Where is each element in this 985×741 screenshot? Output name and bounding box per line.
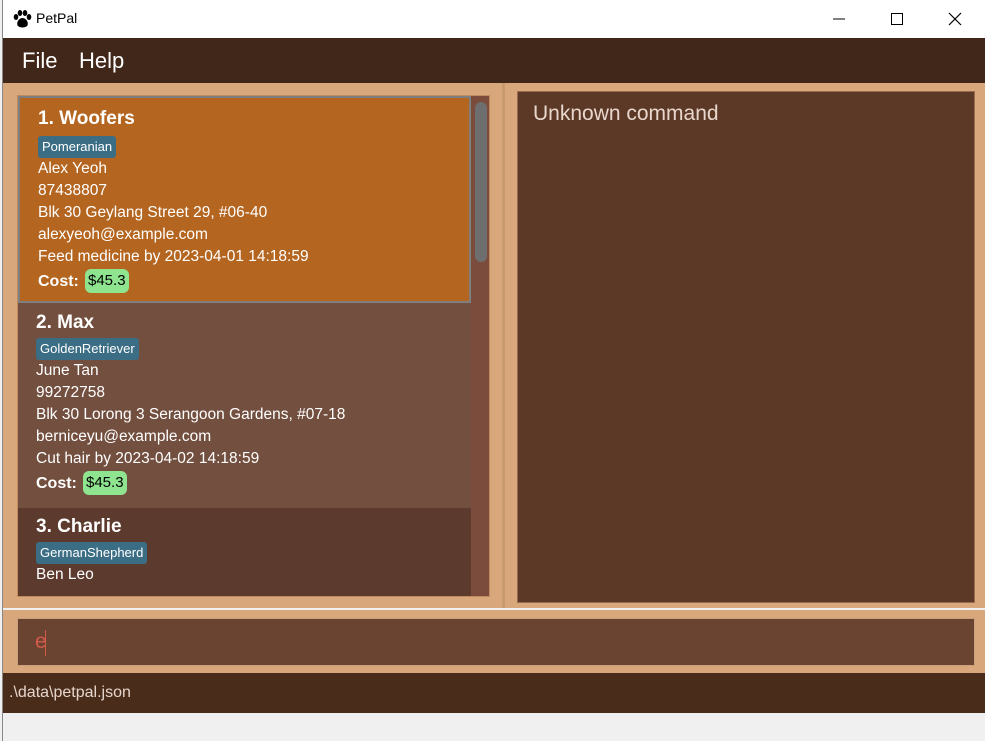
app-window: PetPal File Help 1. Woofers Pomeranian A… <box>2 0 985 741</box>
close-icon <box>948 12 962 26</box>
address: Blk 30 Lorong 3 Serangoon Gardens, #07-1… <box>36 406 346 423</box>
maximize-icon <box>891 13 903 25</box>
menu-file[interactable]: File <box>22 48 57 74</box>
todo: Cut hair by 2023-04-02 14:18:59 <box>36 450 260 467</box>
phone-number: 87438807 <box>38 182 107 199</box>
data-file-path: .\data\petpal.json <box>9 684 131 701</box>
owner-name: Ben Leo <box>36 566 94 583</box>
scrollbar-thumb[interactable] <box>475 102 487 262</box>
email: alexyeoh@example.com <box>38 226 208 243</box>
status-bar: .\data\petpal.json <box>3 673 985 713</box>
cost-badge: $45.3 <box>83 471 127 495</box>
cost-badge: $45.3 <box>85 269 129 293</box>
close-button[interactable] <box>926 0 984 38</box>
maximize-button[interactable] <box>868 0 926 38</box>
pet-card[interactable]: 1. Woofers Pomeranian Alex Yeoh 87438807… <box>18 96 471 303</box>
breed-tag: GoldenRetriever <box>36 338 139 360</box>
result-message: Unknown command <box>533 102 719 125</box>
paw-icon <box>12 9 32 29</box>
pet-name: 1. Woofers <box>38 108 135 129</box>
pet-name: 3. Charlie <box>36 516 122 537</box>
cost-label: Cost: <box>36 475 77 492</box>
breed-tag: Pomeranian <box>38 136 117 158</box>
menu-bar: File Help <box>3 38 985 83</box>
text-cursor <box>45 630 46 656</box>
owner-name: Alex Yeoh <box>38 160 107 177</box>
separator <box>3 608 985 610</box>
pet-list[interactable]: 1. Woofers Pomeranian Alex Yeoh 87438807… <box>17 95 490 597</box>
todo: Feed medicine by 2023-04-01 14:18:59 <box>38 248 309 265</box>
breed-tag: GermanShepherd <box>36 542 148 564</box>
main-area: 1. Woofers Pomeranian Alex Yeoh 87438807… <box>3 83 985 673</box>
title-bar: PetPal <box>3 0 985 38</box>
menu-help[interactable]: Help <box>79 48 124 74</box>
result-display: Unknown command <box>517 91 975 603</box>
pet-name: 2. Max <box>36 312 95 333</box>
cost-label: Cost: <box>38 273 79 290</box>
email: berniceyu@example.com <box>36 428 212 445</box>
minimize-icon <box>833 18 845 20</box>
command-input[interactable] <box>19 620 973 664</box>
owner-name: June Tan <box>36 362 99 379</box>
pet-card[interactable]: 3. Charlie GermanShepherd Ben Leo <box>18 508 471 596</box>
window-title: PetPal <box>36 10 78 26</box>
minimize-button[interactable] <box>810 0 868 38</box>
pet-card[interactable]: 2. Max GoldenRetriever June Tan 99272758… <box>18 303 471 508</box>
address: Blk 30 Geylang Street 29, #06-40 <box>38 204 268 221</box>
panel-divider[interactable] <box>502 83 505 609</box>
phone-number: 99272758 <box>36 384 105 401</box>
command-box[interactable] <box>17 618 975 666</box>
